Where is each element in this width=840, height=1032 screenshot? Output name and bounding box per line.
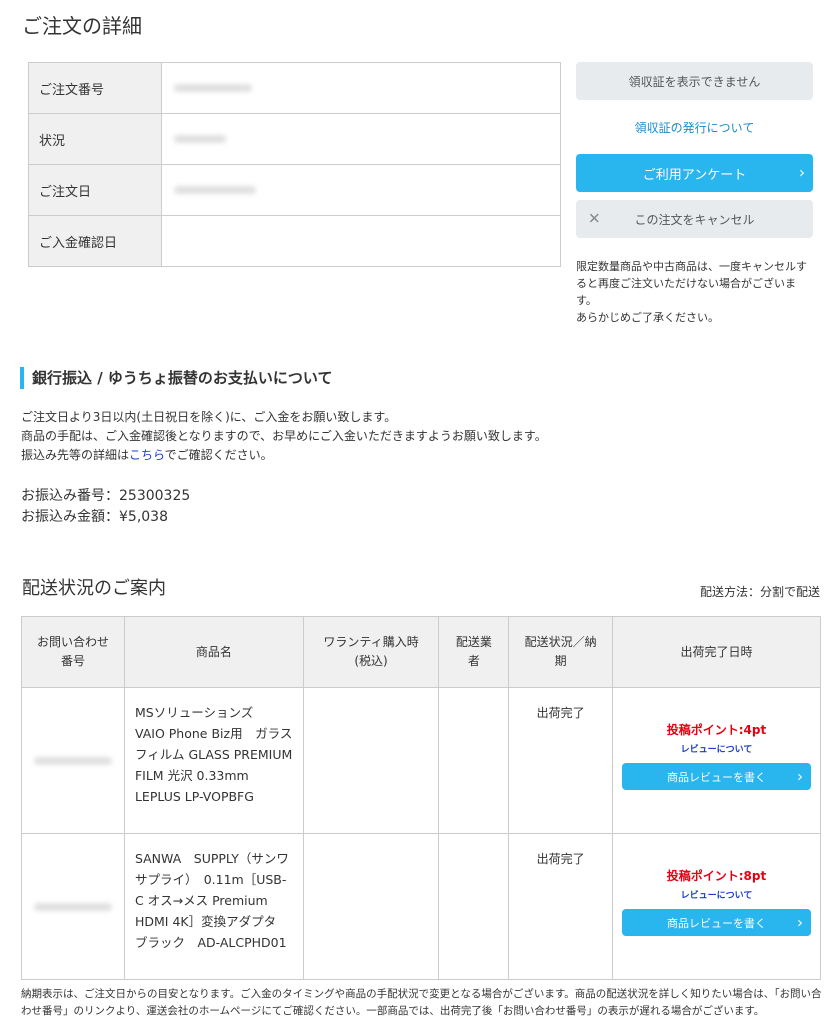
- bank-transfer-body: ご注文日より3日以内(土日祝日を除く)に、ご入金をお願い致します。 商品の手配は…: [21, 408, 547, 465]
- shipment-header-row: お問い合わせ 番号 商品名 ワランティ購入時 (税込) 配送業 者 配送状況／納…: [21, 616, 821, 688]
- bank-line-3: 振込み先等の詳細はこちらでご確認ください。: [21, 446, 547, 465]
- shipped-cell: 投稿ポイント:8pt レビューについて 商品レビューを書く ›: [612, 833, 821, 980]
- transfer-amount: お振込み金額：¥5,038: [21, 509, 168, 525]
- warranty-cell: [302, 687, 440, 834]
- header-warranty: ワランティ購入時 (税込): [302, 616, 440, 688]
- write-review-label: 商品レビューを書く: [667, 770, 766, 784]
- review-info-link[interactable]: レビューについて: [613, 742, 820, 755]
- product-name: SANWA SUPPLY（サンワサプライ） 0.11m［USB-C オス→メス …: [123, 833, 304, 980]
- chevron-right-icon: ›: [797, 913, 803, 932]
- product-name: MSソリューションズ VAIO Phone Biz用 ガラスフィルム GLASS…: [123, 687, 304, 834]
- write-review-label: 商品レビューを書く: [667, 916, 766, 930]
- carrier-cell: [438, 687, 510, 834]
- order-status-value: [161, 113, 561, 165]
- cancel-button-label: この注文をキャンセル: [634, 212, 755, 227]
- order-info-table: ご注文番号 状況 ご注文日 ご入金確認日: [28, 62, 561, 267]
- shipped-cell: 投稿ポイント:4pt レビューについて 商品レビューを書く ›: [612, 687, 821, 834]
- payment-date-label: ご入金確認日: [28, 215, 162, 267]
- receipt-button[interactable]: 領収証を表示できません: [576, 62, 813, 100]
- header-product-name: 商品名: [123, 616, 304, 688]
- order-status-label: 状況: [28, 113, 162, 165]
- delivery-method: 配送方法：分割で配送: [699, 585, 820, 599]
- chevron-right-icon: ›: [797, 767, 803, 786]
- bank-line-1: ご注文日より3日以内(土日祝日を除く)に、ご入金をお願い致します。: [21, 410, 397, 424]
- order-row-payment-date: ご入金確認日: [28, 215, 561, 267]
- transfer-info: お振込み番号：25300325 お振込み金額：¥5,038: [21, 486, 190, 528]
- bank-line-3-suffix: でご確認ください。: [164, 448, 273, 462]
- order-date-value: [161, 164, 561, 216]
- delivery-status: 出荷完了: [508, 687, 613, 834]
- warranty-cell: [302, 833, 440, 980]
- order-row-status: 状況: [28, 113, 561, 165]
- review-info-link[interactable]: レビューについて: [613, 888, 820, 901]
- receipt-info-link[interactable]: 領収証の発行について: [576, 119, 813, 136]
- write-review-button[interactable]: 商品レビューを書く ›: [622, 763, 811, 790]
- cancel-order-button[interactable]: ✕ この注文をキャンセル: [576, 200, 813, 238]
- bank-line-3-prefix: 振込み先等の詳細は: [21, 448, 130, 462]
- page-title: ご注文の詳細: [22, 14, 142, 38]
- payment-date-value: [161, 215, 561, 267]
- header-carrier: 配送業 者: [438, 616, 510, 688]
- delivery-status: 出荷完了: [508, 833, 613, 980]
- cancel-note: 限定数量商品や中古商品は、一度キャンセルすると再度ご注文いただけない場合がござい…: [576, 260, 807, 324]
- order-number-value: [161, 62, 561, 114]
- header-delivery-status: 配送状況／納 期: [508, 616, 613, 688]
- order-number-label: ご注文番号: [28, 62, 162, 114]
- close-icon: ✕: [588, 209, 601, 228]
- review-points: 投稿ポイント:8pt: [666, 869, 767, 883]
- chevron-right-icon: ›: [799, 163, 805, 182]
- survey-button-label: ご利用アンケート: [642, 167, 747, 183]
- delivery-title: 配送状況のご案内: [22, 578, 166, 599]
- survey-button[interactable]: ご利用アンケート ›: [576, 154, 813, 192]
- bank-line-2: 商品の手配は、ご入金確認後となりますので、お早めにご入金いただきますようお願い致…: [21, 429, 547, 443]
- tracking-number[interactable]: [21, 687, 125, 834]
- review-points: 投稿ポイント:4pt: [666, 723, 767, 737]
- header-shipped-date: 出荷完了日時: [612, 616, 821, 688]
- order-row-date: ご注文日: [28, 164, 561, 216]
- order-date-label: ご注文日: [28, 164, 162, 216]
- bank-transfer-heading: 銀行振込 / ゆうちょ振替のお支払いについて: [20, 367, 332, 389]
- table-row: SANWA SUPPLY（サンワサプライ） 0.11m［USB-C オス→メス …: [21, 833, 821, 980]
- tracking-number[interactable]: [21, 833, 125, 980]
- order-row-number: ご注文番号: [28, 62, 561, 114]
- header-tracking-number: お問い合わせ 番号: [21, 616, 125, 688]
- shipment-table: お問い合わせ 番号 商品名 ワランティ購入時 (税込) 配送業 者 配送状況／納…: [21, 616, 821, 980]
- write-review-button[interactable]: 商品レビューを書く ›: [622, 909, 811, 936]
- footer-note: 納期表示は、ご注文日からの目安となります。ご入金のタイミングや商品の手配状況で変…: [21, 988, 822, 1017]
- transfer-number: お振込み番号：25300325: [21, 488, 191, 504]
- carrier-cell: [438, 833, 510, 980]
- bank-details-link[interactable]: こちら: [129, 448, 165, 462]
- table-row: MSソリューションズ VAIO Phone Biz用 ガラスフィルム GLASS…: [21, 687, 821, 834]
